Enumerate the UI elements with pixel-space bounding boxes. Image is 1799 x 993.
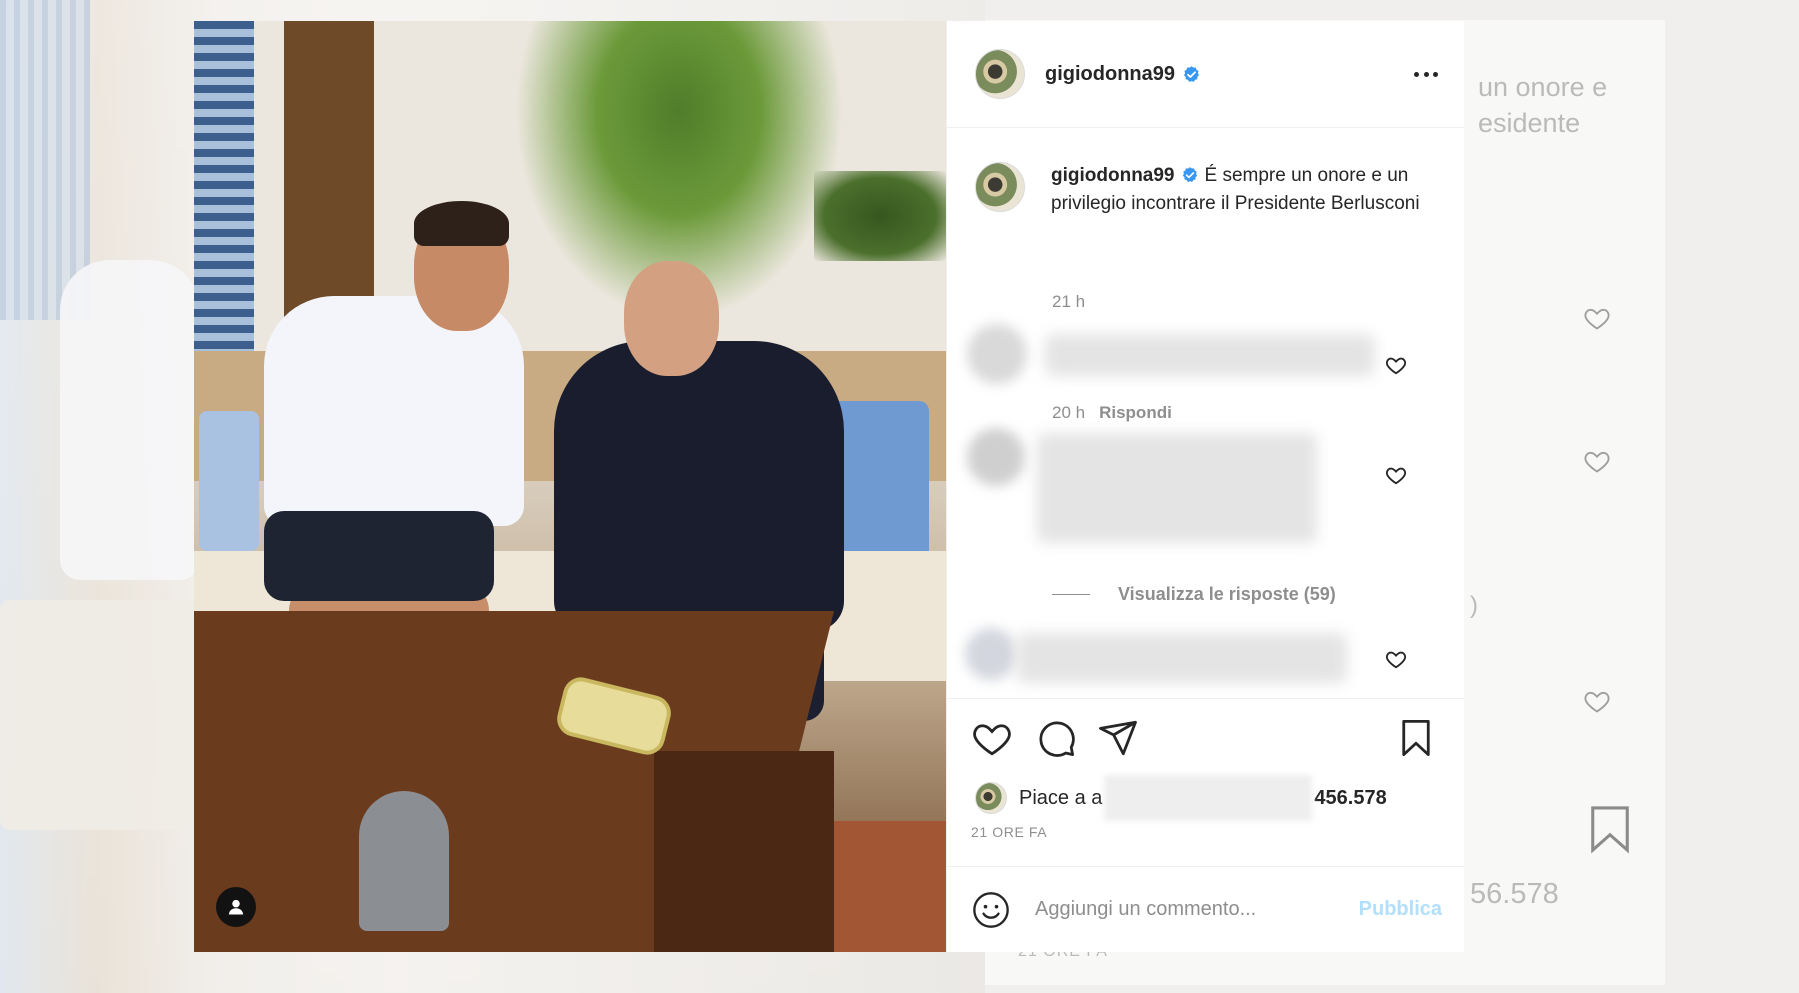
- like-heart-icon[interactable]: [971, 717, 1013, 759]
- ghost-heart-icon: [1584, 451, 1610, 473]
- likes-summary[interactable]: Piace a a 456.578: [975, 775, 1387, 821]
- view-replies-dash: [1052, 594, 1090, 595]
- heart-icon[interactable]: [1385, 648, 1407, 670]
- likes-blurred-name: [1104, 775, 1313, 821]
- verified-badge-icon: [1183, 65, 1200, 82]
- photo-person1-hair: [414, 201, 509, 246]
- comment-text-blurred: [1045, 334, 1375, 376]
- photo-statue: [359, 791, 449, 931]
- photo-hedge: [814, 171, 946, 261]
- ghost-caption-line1: un onore e: [1478, 72, 1608, 102]
- avatar[interactable]: [975, 49, 1025, 99]
- view-replies-label: Visualizza le risposte (59): [1118, 584, 1336, 604]
- add-comment-bar: Pubblica: [947, 866, 1464, 952]
- post-header: gigiodonna99: [947, 21, 1464, 128]
- user-tag-icon: [228, 899, 244, 915]
- photo-table-side: [654, 751, 834, 952]
- ghost-bookmark-icon: [1591, 806, 1629, 854]
- comment-text-blurred: [1037, 433, 1317, 543]
- comment-avatar-blurred: [967, 324, 1027, 384]
- post-timestamp: 21 ORE FA: [971, 824, 1048, 840]
- photo-person2-head: [624, 261, 719, 376]
- photo-cushion-left: [199, 411, 259, 551]
- comment-text-blurred: [1017, 633, 1347, 683]
- view-replies-button[interactable]: Visualizza le risposte (59): [1052, 584, 1336, 605]
- background-sofa: [0, 600, 200, 830]
- comments-list: gigiodonna99 É sempre un onore e un privi…: [947, 128, 1464, 698]
- emoji-icon[interactable]: [971, 890, 1011, 930]
- comment-icon[interactable]: [1035, 717, 1077, 759]
- verified-badge-icon: [1182, 167, 1197, 182]
- comment-input[interactable]: [1035, 898, 1359, 921]
- ghost-caption-line2: esidente: [1478, 108, 1581, 138]
- ghost-heart-icon: [1584, 308, 1610, 330]
- caption-time: 21 h: [1052, 292, 1086, 311]
- post-card: gigiodonna99 gigiodonna99 É sempre un ono…: [194, 21, 1464, 952]
- photo-person2-body: [554, 341, 844, 631]
- likes-count: 456.578: [1314, 786, 1387, 809]
- ghost-likes-count: 56.578: [1470, 878, 1559, 910]
- user-tag-button[interactable]: [216, 887, 256, 927]
- post-actions: Piace a a 456.578 21 ORE FA: [947, 698, 1464, 840]
- heart-icon[interactable]: [1385, 354, 1407, 376]
- publish-button[interactable]: Pubblica: [1359, 898, 1442, 921]
- post-author-username[interactable]: gigiodonna99: [1045, 63, 1175, 86]
- ghost-heart-icon: [1584, 691, 1610, 713]
- comment-avatar-blurred: [965, 628, 1017, 680]
- caption-username[interactable]: gigiodonna99: [1051, 165, 1175, 186]
- photo-person1-shorts: [264, 511, 494, 601]
- more-options-icon[interactable]: [1408, 62, 1444, 86]
- liker-avatar: [975, 782, 1007, 814]
- post-side-panel: gigiodonna99 gigiodonna99 É sempre un ono…: [946, 21, 1464, 952]
- heart-icon[interactable]: [1385, 464, 1407, 486]
- comment-meta: 20 h Rispondi: [1052, 403, 1172, 423]
- bookmark-icon[interactable]: [1395, 717, 1437, 759]
- background-person: [60, 260, 200, 580]
- share-icon[interactable]: [1097, 717, 1139, 759]
- ghost-stray-char: ): [1470, 592, 1478, 619]
- comment-time: 20 h: [1052, 403, 1086, 422]
- photo-person1-shirt: [264, 296, 524, 526]
- caption-text-block: gigiodonna99 É sempre un onore e un privi…: [1051, 162, 1431, 218]
- post-photo[interactable]: [194, 21, 946, 952]
- comment-avatar-blurred: [967, 428, 1025, 486]
- likes-prefix: Piace a a: [1019, 786, 1103, 809]
- photo-drape: [194, 21, 254, 361]
- reply-button[interactable]: Rispondi: [1099, 403, 1172, 422]
- post-caption: gigiodonna99 É sempre un onore e un privi…: [975, 162, 1431, 218]
- caption-avatar[interactable]: [975, 162, 1025, 212]
